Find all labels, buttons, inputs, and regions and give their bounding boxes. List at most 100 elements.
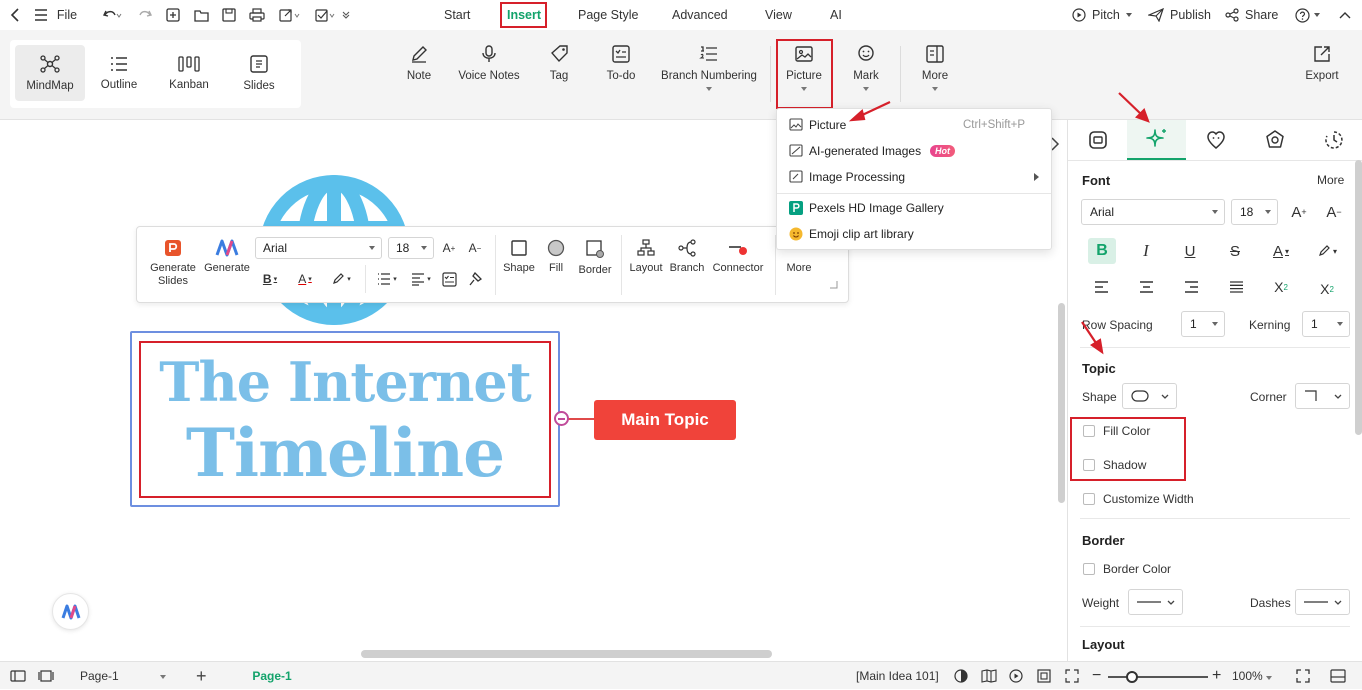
note-button[interactable]: Note	[403, 44, 435, 104]
corner-select[interactable]	[1295, 383, 1350, 409]
view-outline[interactable]: Outline	[84, 45, 154, 101]
tab-view[interactable]: View	[765, 0, 792, 30]
connector-button[interactable]: Connector	[709, 239, 767, 275]
panel-align-left-icon[interactable]	[1088, 276, 1114, 298]
fit-screen-icon[interactable]	[1065, 662, 1079, 690]
menu-item-ai-images[interactable]: AI-generated Images Hot	[777, 138, 1051, 164]
border-color-checkbox[interactable]: Border Color	[1083, 562, 1171, 576]
page-panel-icon[interactable]	[10, 662, 26, 690]
page-thumbnails-icon[interactable]	[38, 662, 54, 690]
theme-toggle-icon[interactable]	[954, 662, 968, 690]
main-topic-node[interactable]: Main Topic	[594, 400, 736, 440]
panel-font-size-select[interactable]: 18	[1231, 199, 1278, 225]
book-view-icon[interactable]	[981, 662, 997, 690]
collapse-ribbon-icon[interactable]	[1334, 0, 1356, 30]
pitch-button[interactable]: Pitch	[1072, 0, 1132, 30]
resize-handle-icon[interactable]	[829, 280, 838, 289]
tab-advanced[interactable]: Advanced	[672, 0, 728, 30]
customize-dropdown-icon[interactable]	[338, 0, 354, 30]
menu-item-pexels[interactable]: Pexels HD Image Gallery	[777, 195, 1051, 221]
panel-align-right-icon[interactable]	[1178, 276, 1204, 298]
branch-button[interactable]: Branch	[667, 239, 707, 275]
new-file-icon[interactable]	[162, 0, 184, 30]
kerning-select[interactable]: 1	[1302, 311, 1350, 337]
list-icon[interactable]: ▾	[373, 269, 401, 289]
zoom-out-icon[interactable]: −	[1092, 662, 1101, 690]
presentation-play-icon[interactable]	[1009, 662, 1023, 690]
ai-assistant-icon[interactable]	[52, 593, 89, 630]
shape-button[interactable]: Shape	[501, 239, 537, 275]
save-icon[interactable]	[218, 0, 240, 30]
page-tab[interactable]: Page-1	[232, 662, 312, 690]
shape-select[interactable]	[1122, 383, 1177, 409]
publish-button[interactable]: Publish	[1148, 0, 1214, 30]
tag-button[interactable]: Tag	[546, 44, 572, 104]
tab-start[interactable]: Start	[444, 0, 470, 30]
page-select[interactable]: Page-1	[72, 666, 172, 686]
fullscreen-icon[interactable]	[1296, 662, 1310, 690]
weight-select[interactable]	[1128, 589, 1183, 615]
font-color-icon[interactable]: A ▾	[291, 269, 319, 289]
font-more-link[interactable]: More	[1317, 173, 1344, 187]
font-family-select[interactable]: Arial	[255, 237, 382, 259]
share-button[interactable]: Share	[1225, 0, 1281, 30]
view-slides[interactable]: Slides	[224, 45, 294, 101]
file-menu[interactable]: File	[54, 0, 80, 30]
todo-button[interactable]: To-do	[603, 44, 639, 104]
panel-toggle-icon[interactable]	[1050, 136, 1064, 154]
panel-increase-font-icon[interactable]: A +	[1287, 200, 1311, 224]
zoom-slider-track[interactable]	[1108, 676, 1208, 678]
fill-button[interactable]: Fill	[541, 239, 571, 275]
panel-italic-icon[interactable]: I	[1134, 238, 1158, 264]
highlight-icon[interactable]: ▾	[327, 269, 355, 289]
decrease-font-icon[interactable]: A −	[465, 237, 485, 259]
panel-font-color-icon[interactable]: A ▾	[1266, 238, 1296, 264]
shadow-checkbox[interactable]: Shadow	[1083, 458, 1146, 472]
redo-icon[interactable]	[136, 0, 156, 30]
panel-subscript-icon[interactable]: X2	[1312, 278, 1342, 300]
undo-icon[interactable]	[98, 0, 126, 30]
panel-strikethrough-icon[interactable]: S	[1223, 238, 1247, 264]
row-spacing-select[interactable]: 1	[1181, 311, 1225, 337]
panel-layout-icon[interactable]	[1330, 662, 1346, 690]
zoom-level[interactable]: 100%	[1232, 662, 1263, 690]
panel-font-family-select[interactable]: Arial	[1081, 199, 1225, 225]
panel-decrease-font-icon[interactable]: A −	[1322, 200, 1346, 224]
customize-width-checkbox[interactable]: Customize Width	[1083, 492, 1194, 506]
menu-item-picture[interactable]: Picture Ctrl+Shift+P	[777, 112, 1051, 138]
ai-generate-button[interactable]: Generate	[201, 239, 253, 275]
panel-underline-icon[interactable]: U	[1178, 238, 1202, 264]
panel-scrollbar[interactable]	[1355, 160, 1362, 435]
dashes-select[interactable]	[1295, 589, 1350, 615]
mark-button[interactable]: Mark	[849, 44, 883, 104]
help-icon[interactable]	[1293, 0, 1321, 30]
print-icon[interactable]	[246, 0, 268, 30]
bold-icon[interactable]: B ▾	[257, 269, 283, 289]
open-folder-icon[interactable]	[190, 0, 212, 30]
zoom-caret-icon[interactable]	[1266, 676, 1272, 680]
zoom-slider-thumb[interactable]	[1126, 671, 1138, 683]
panel-bold-icon[interactable]: B	[1088, 238, 1116, 264]
menu-item-emoji[interactable]: Emoji clip art library	[777, 221, 1051, 247]
voice-notes-button[interactable]: Voice Notes	[456, 44, 522, 104]
tab-style[interactable]	[1068, 120, 1127, 160]
collapse-icon[interactable]	[554, 411, 569, 426]
tab-ai-style[interactable]	[1127, 120, 1186, 160]
border-button[interactable]: Border	[575, 239, 615, 277]
fill-color-checkbox[interactable]: Fill Color	[1083, 424, 1150, 438]
panel-justify-icon[interactable]	[1223, 276, 1249, 298]
panel-superscript-icon[interactable]: X2	[1266, 276, 1296, 298]
tab-icons[interactable]	[1186, 120, 1245, 160]
export-button[interactable]: Export	[1302, 44, 1342, 104]
increase-font-icon[interactable]: A +	[439, 237, 459, 259]
tab-theme[interactable]	[1245, 120, 1304, 160]
fit-page-icon[interactable]	[1037, 662, 1051, 690]
view-mindmap[interactable]: MindMap	[15, 45, 85, 101]
branch-numbering-button[interactable]: Branch Numbering	[660, 44, 758, 104]
font-size-select[interactable]: 18	[388, 237, 434, 259]
add-page-icon[interactable]: +	[196, 662, 207, 690]
tab-ai[interactable]: AI	[830, 0, 842, 30]
tab-page-style[interactable]: Page Style	[578, 0, 638, 30]
checklist-icon[interactable]	[312, 0, 338, 30]
format-painter-icon[interactable]	[465, 269, 485, 289]
